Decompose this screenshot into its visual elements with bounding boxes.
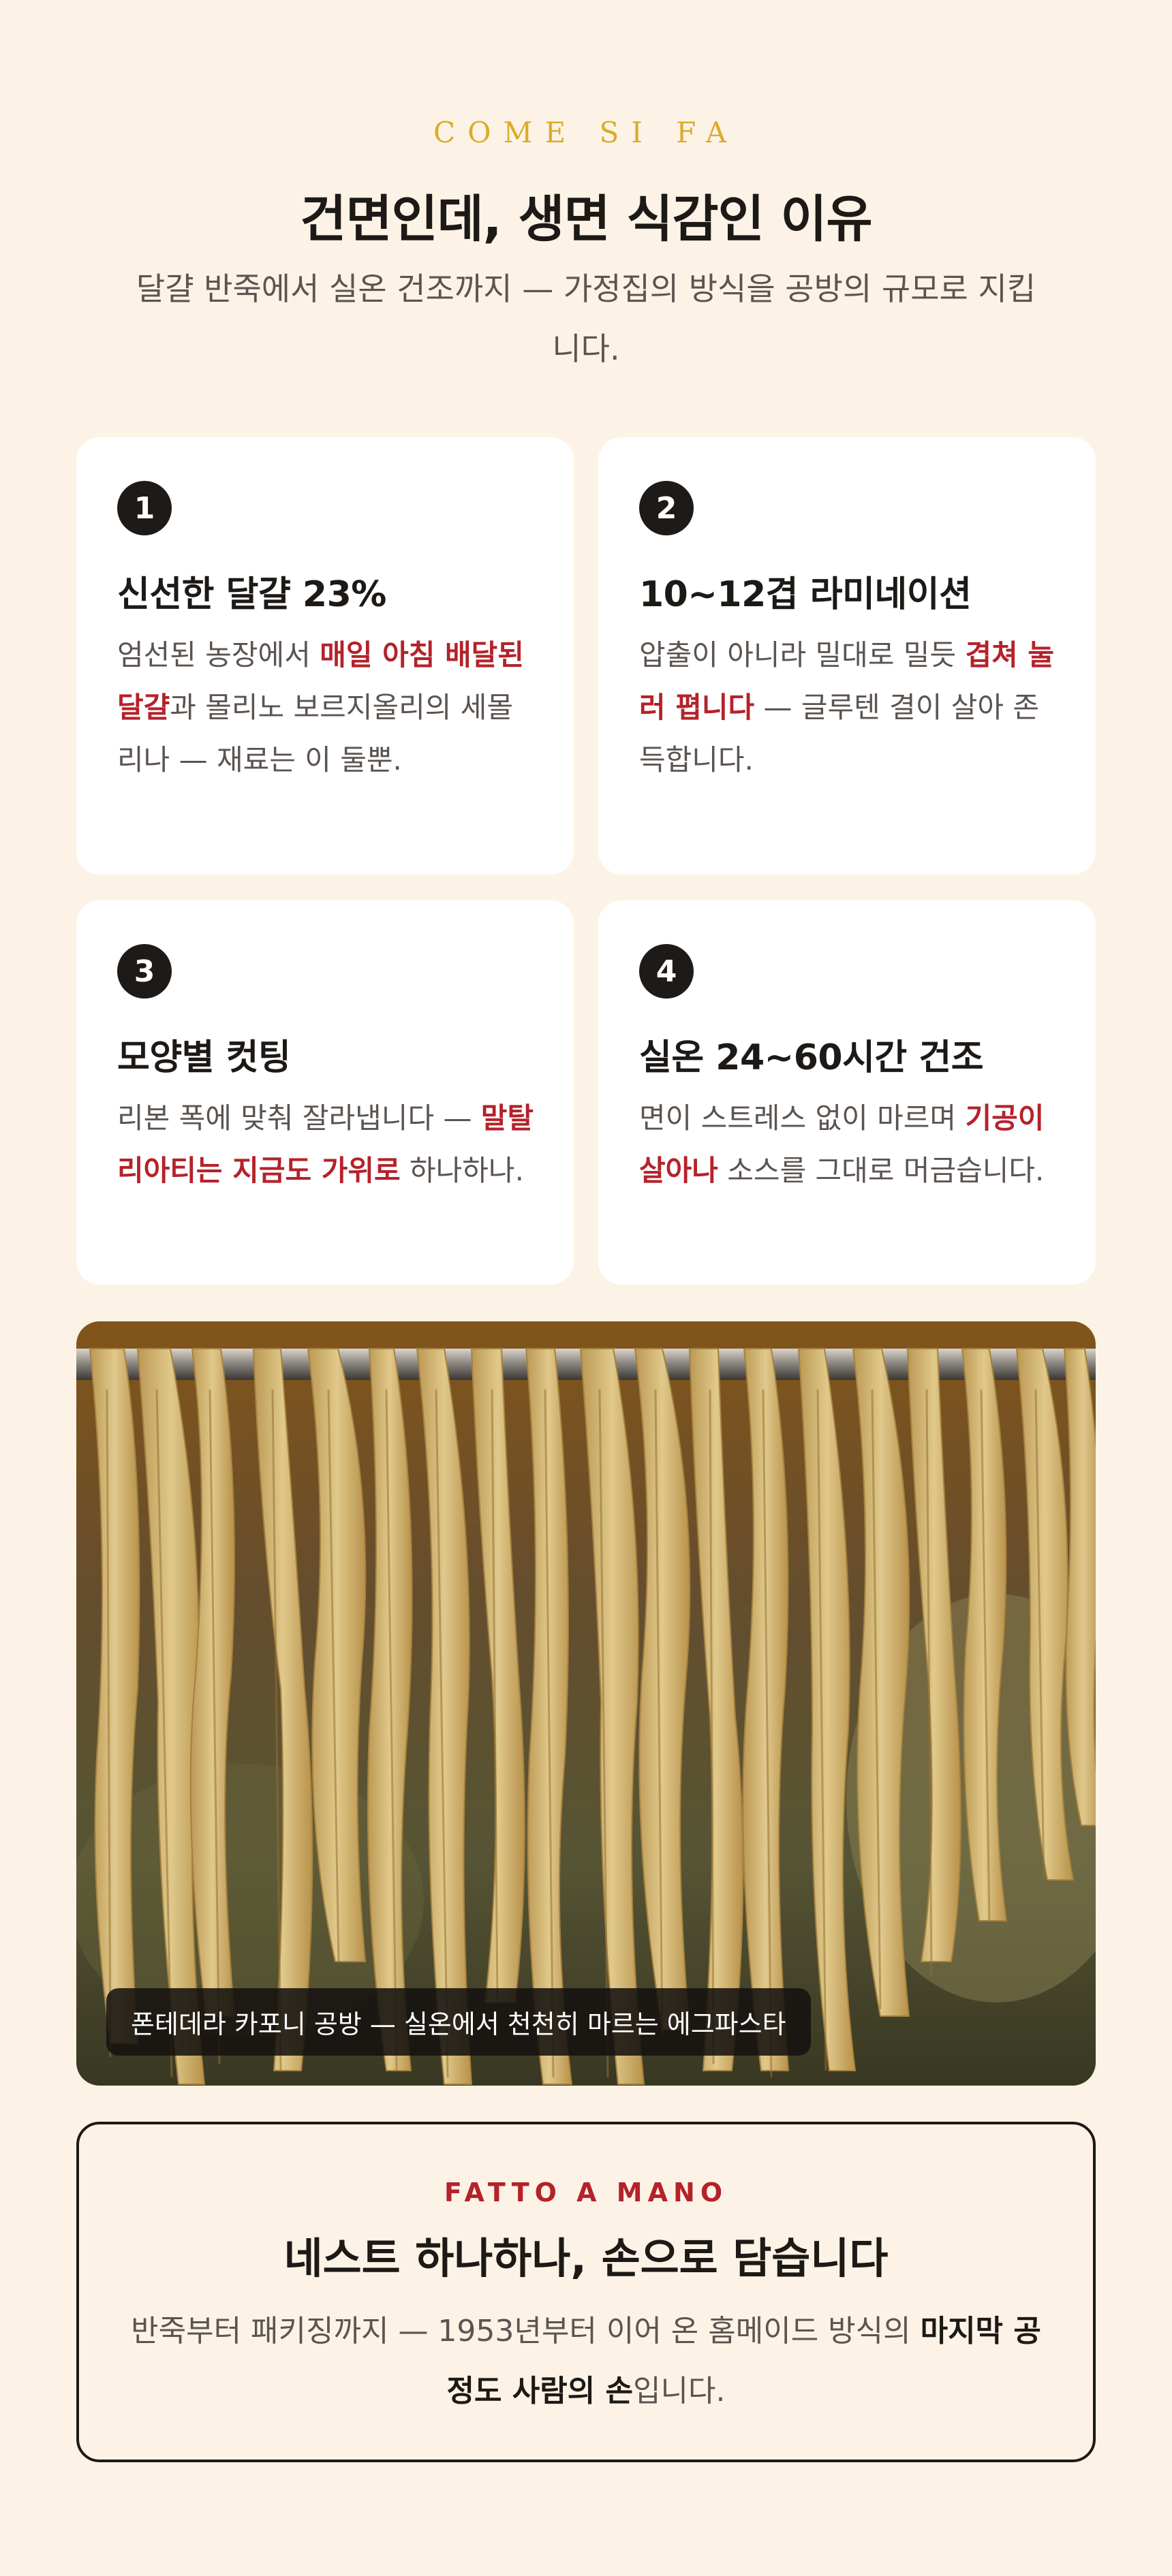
step-description: 면이 스트레스 없이 마르며 기공이 살아나 소스를 그대로 머금습니다. <box>639 1101 1045 1187</box>
step-card-3: 3 모양별 컷팅 리본 폭에 맞춰 잘라냅니다 — 말탈리아티는 지금도 가위로… <box>76 900 574 1285</box>
step-title: 모양별 컷팅 <box>117 1037 291 1078</box>
step-number-badge: 4 <box>639 944 694 999</box>
step-description: 리본 폭에 맞춰 잘라냅니다 — 말탈리아티는 지금도 가위로 하나하나. <box>117 1101 534 1187</box>
callout-title: 네스트 하나하나, 손으로 담습니다 <box>283 2233 889 2283</box>
drying-pasta-photo: 폰테데라 카포니 공방 — 실온에서 천천히 마르는 에그파스타 <box>76 1321 1096 2086</box>
step-title: 10~12겹 라미네이션 <box>639 574 972 615</box>
page-subtitle: 달걀 반죽에서 실온 건조까지 — 가정집의 방식을 공방의 규모로 지킵니다. <box>136 270 1036 367</box>
step-description: 압출이 아니라 밀대로 밀듯 겹쳐 눌러 폅니다 — 글루텐 결이 살아 존득합… <box>639 638 1054 776</box>
step-card-4: 4 실온 24~60시간 건조 면이 스트레스 없이 마르며 기공이 살아나 소… <box>598 900 1096 1285</box>
step-title: 실온 24~60시간 건조 <box>639 1037 984 1078</box>
handmade-callout: FATTO A MANO 네스트 하나하나, 손으로 담습니다 반죽부터 패키징… <box>76 2122 1096 2462</box>
step-number-badge: 1 <box>117 481 172 535</box>
section-eyebrow: COME SI FA <box>433 116 739 149</box>
step-description: 엄선된 농장에서 매일 아침 배달된 달걀과 몰리노 보르지올리의 세몰리나 —… <box>117 638 524 776</box>
step-number-badge: 2 <box>639 481 694 535</box>
pasta-illustration <box>76 1321 1096 2086</box>
step-title: 신선한 달걀 23% <box>117 574 386 615</box>
step-card-2: 2 10~12겹 라미네이션 압출이 아니라 밀대로 밀듯 겹쳐 눌러 폅니다 … <box>598 437 1096 875</box>
page-title: 건면인데, 생면 식감인 이유 <box>300 190 872 249</box>
step-number-badge: 3 <box>117 944 172 999</box>
callout-eyebrow: FATTO A MANO <box>444 2178 728 2208</box>
step-card-1: 1 신선한 달걀 23% 엄선된 농장에서 매일 아침 배달된 달걀과 몰리노 … <box>76 437 574 875</box>
photo-caption: 폰테데라 카포니 공방 — 실온에서 천천히 마르는 에그파스타 <box>106 1988 811 2056</box>
callout-body: 반죽부터 패키징까지 — 1953년부터 이어 온 홈메이드 방식의 마지막 공… <box>131 2314 1041 2408</box>
